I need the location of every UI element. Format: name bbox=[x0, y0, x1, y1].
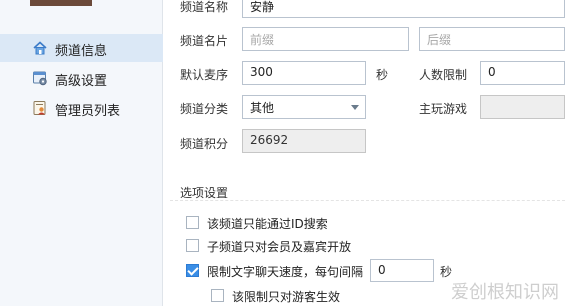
sidebar-item-label: 高级设置 bbox=[55, 74, 108, 89]
option-label: 该限制只对游客生效 bbox=[232, 290, 341, 304]
option-label: 该频道只能通过ID搜索 bbox=[207, 217, 328, 231]
section-divider bbox=[170, 200, 565, 201]
default-mic-unit: 秒 bbox=[376, 68, 389, 82]
user-limit-label: 人数限制 bbox=[419, 68, 468, 82]
sidebar-item-label: 管理员列表 bbox=[55, 104, 121, 119]
sidebar-item-advanced-settings[interactable]: 高级设置 bbox=[0, 64, 163, 92]
sidebar-item-channel-info[interactable]: 频道信息 bbox=[0, 34, 163, 62]
option-label: 子频道只对会员及嘉宾开放 bbox=[207, 240, 352, 254]
category-select[interactable]: 其他 bbox=[242, 95, 366, 119]
sidebar-item-label: 频道信息 bbox=[55, 44, 108, 59]
sidebar: 频道信息 高级设置 管理员列表 bbox=[0, 0, 163, 306]
channel-name-input[interactable]: 安静 bbox=[242, 0, 565, 18]
category-label: 频道分类 bbox=[180, 102, 229, 116]
watermark: 爱创根知识网 bbox=[451, 282, 559, 303]
option-subchannel-members-only[interactable]: 子频道只对会员及嘉宾开放 bbox=[186, 237, 386, 255]
settings-icon bbox=[32, 70, 48, 86]
guest-only-limit-checkbox[interactable] bbox=[211, 289, 224, 302]
limit-chat-speed-checkbox[interactable] bbox=[186, 264, 199, 277]
options-section-title: 选项设置 bbox=[180, 186, 229, 200]
category-select-value: 其他 bbox=[250, 101, 275, 115]
avatar bbox=[30, 0, 92, 6]
home-icon bbox=[32, 40, 48, 56]
default-mic-label: 默认麦序 bbox=[180, 68, 229, 82]
subchannel-members-only-checkbox[interactable] bbox=[186, 239, 199, 252]
chevron-down-icon[interactable] bbox=[351, 105, 359, 110]
channel-title-label: 频道名片 bbox=[180, 34, 229, 48]
option-label: 限制文字聊天速度，每句间隔 bbox=[207, 265, 364, 279]
option-id-search-only[interactable]: 该频道只能通过ID搜索 bbox=[186, 214, 386, 232]
option-guest-only-limit[interactable]: 该限制只对游客生效 bbox=[211, 287, 411, 305]
option-limit-chat-speed[interactable]: 限制文字聊天速度，每句间隔 bbox=[186, 262, 370, 280]
default-mic-input[interactable]: 300 bbox=[242, 61, 366, 85]
channel-title-suffix-input[interactable]: 后缀 bbox=[419, 27, 565, 51]
channel-title-prefix-input[interactable]: 前缀 bbox=[242, 27, 409, 51]
admin-list-icon bbox=[32, 100, 48, 116]
main-game-input[interactable] bbox=[480, 95, 565, 119]
user-limit-input[interactable]: 0 bbox=[480, 61, 565, 85]
points-label: 频道积分 bbox=[180, 137, 229, 151]
channel-name-label: 频道名称 bbox=[180, 0, 229, 14]
sidebar-item-admin-list[interactable]: 管理员列表 bbox=[0, 94, 163, 122]
chat-interval-input[interactable]: 0 bbox=[370, 259, 434, 282]
points-field: 26692 bbox=[242, 129, 366, 153]
id-search-only-checkbox[interactable] bbox=[186, 216, 199, 229]
main-game-label: 主玩游戏 bbox=[419, 102, 468, 116]
